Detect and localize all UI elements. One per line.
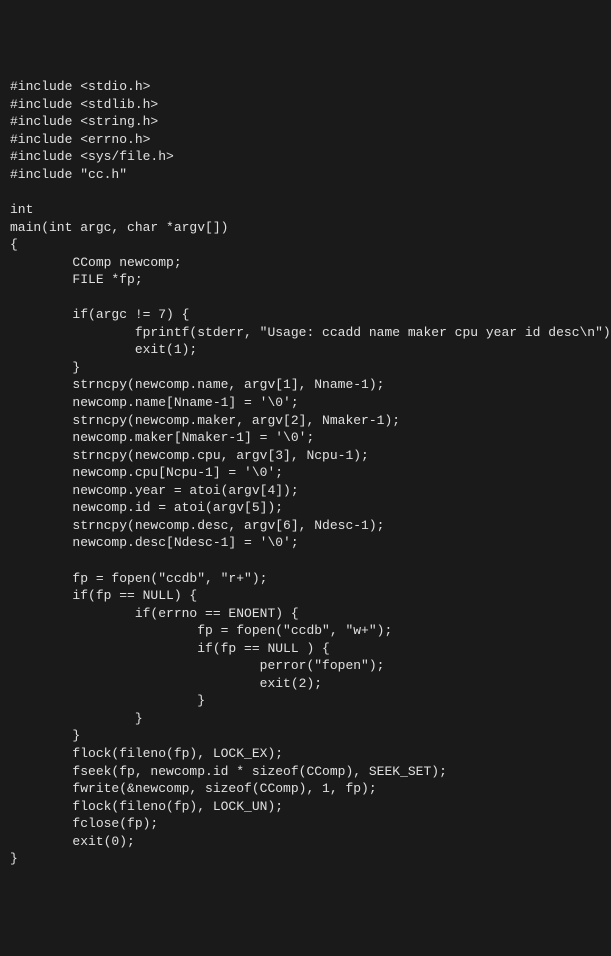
- code-line: }: [10, 728, 80, 743]
- code-line: if(argc != 7) {: [10, 307, 189, 322]
- code-line: #include <stdlib.h>: [10, 97, 158, 112]
- code-line: #include <string.h>: [10, 114, 158, 129]
- code-line: newcomp.desc[Ndesc-1] = '\0';: [10, 535, 299, 550]
- code-line: perror("fopen");: [10, 658, 384, 673]
- code-line: strncpy(newcomp.maker, argv[2], Nmaker-1…: [10, 413, 400, 428]
- code-line: }: [10, 851, 18, 866]
- code-line: }: [10, 693, 205, 708]
- code-line: fclose(fp);: [10, 816, 158, 831]
- code-line: FILE *fp;: [10, 272, 143, 287]
- code-line: newcomp.id = atoi(argv[5]);: [10, 500, 283, 515]
- code-line: newcomp.maker[Nmaker-1] = '\0';: [10, 430, 314, 445]
- code-line: fp = fopen("ccdb", "r+");: [10, 571, 267, 586]
- code-line: flock(fileno(fp), LOCK_EX);: [10, 746, 283, 761]
- code-line: fp = fopen("ccdb", "w+");: [10, 623, 392, 638]
- code-line: newcomp.year = atoi(argv[4]);: [10, 483, 299, 498]
- code-line: newcomp.cpu[Ncpu-1] = '\0';: [10, 465, 283, 480]
- code-editor: #include <stdio.h> #include <stdlib.h> #…: [10, 78, 601, 868]
- code-line: fseek(fp, newcomp.id * sizeof(CComp), SE…: [10, 764, 447, 779]
- code-line: int: [10, 202, 33, 217]
- code-line: strncpy(newcomp.name, argv[1], Nname-1);: [10, 377, 384, 392]
- code-line: #include <errno.h>: [10, 132, 150, 147]
- code-line: exit(0);: [10, 834, 135, 849]
- code-line: CComp newcomp;: [10, 255, 182, 270]
- code-line: fprintf(stderr, "Usage: ccadd name maker…: [10, 325, 611, 340]
- code-line: }: [10, 360, 80, 375]
- code-line: #include "cc.h": [10, 167, 127, 182]
- code-line: fwrite(&newcomp, sizeof(CComp), 1, fp);: [10, 781, 377, 796]
- code-line: strncpy(newcomp.desc, argv[6], Ndesc-1);: [10, 518, 384, 533]
- code-line: newcomp.name[Nname-1] = '\0';: [10, 395, 299, 410]
- code-line: strncpy(newcomp.cpu, argv[3], Ncpu-1);: [10, 448, 369, 463]
- code-line: #include <stdio.h>: [10, 79, 150, 94]
- code-line: }: [10, 711, 143, 726]
- code-line: exit(1);: [10, 342, 197, 357]
- code-line: exit(2);: [10, 676, 322, 691]
- code-line: {: [10, 237, 18, 252]
- code-line: if(errno == ENOENT) {: [10, 606, 299, 621]
- code-line: if(fp == NULL) {: [10, 588, 197, 603]
- code-line: main(int argc, char *argv[]): [10, 220, 228, 235]
- code-line: #include <sys/file.h>: [10, 149, 174, 164]
- code-line: if(fp == NULL ) {: [10, 641, 330, 656]
- code-line: flock(fileno(fp), LOCK_UN);: [10, 799, 283, 814]
